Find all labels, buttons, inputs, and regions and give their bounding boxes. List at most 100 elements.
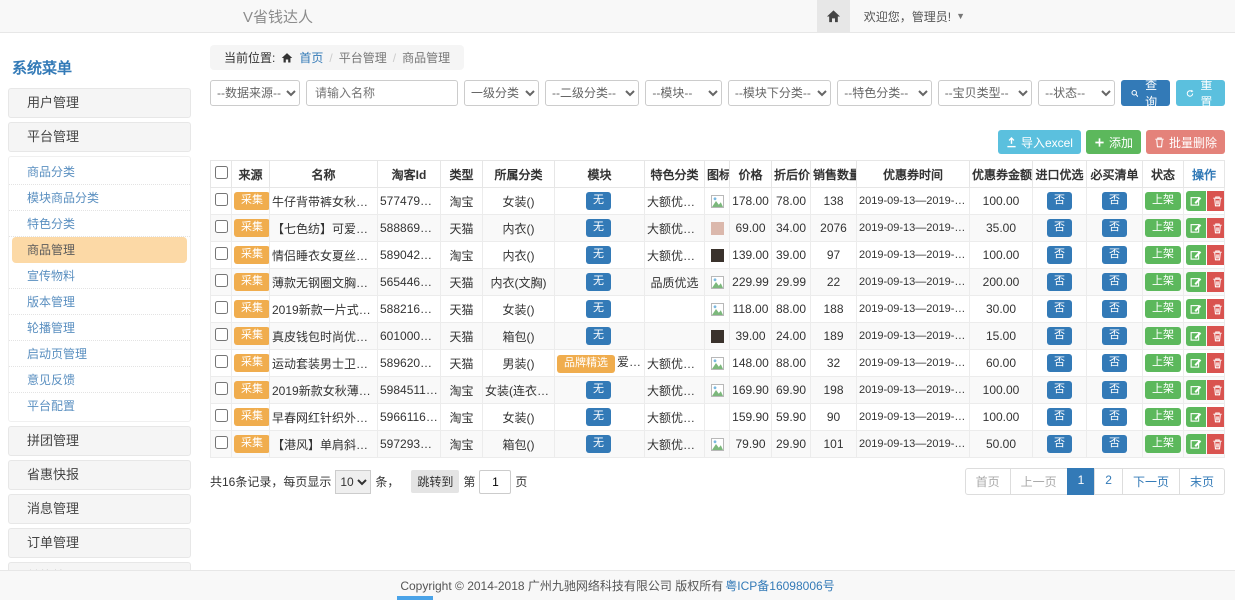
status-button[interactable]: 上架 (1145, 246, 1181, 264)
import-select-toggle[interactable]: 否 (1047, 327, 1072, 345)
import-select-toggle[interactable]: 否 (1047, 246, 1072, 264)
row-checkbox[interactable] (215, 355, 228, 368)
user-menu[interactable]: 欢迎您，管理员! ▼ (850, 8, 1235, 25)
must-buy-toggle[interactable]: 否 (1102, 408, 1127, 426)
page-button[interactable]: 首页 (965, 468, 1011, 495)
status-button[interactable]: 上架 (1145, 300, 1181, 318)
sidebar-item[interactable]: 订单管理 (8, 528, 191, 558)
sidebar-subitem[interactable]: 宣传物料 (9, 263, 190, 289)
status-button[interactable]: 上架 (1145, 435, 1181, 453)
sidebar-subitem[interactable]: 轮播管理 (9, 315, 190, 341)
row-checkbox[interactable] (215, 328, 228, 341)
sidebar-subitem[interactable]: 商品分类 (9, 159, 190, 185)
must-buy-toggle[interactable]: 否 (1102, 327, 1127, 345)
breadcrumb-home-link[interactable]: 首页 (299, 49, 323, 66)
must-buy-toggle[interactable]: 否 (1102, 192, 1127, 210)
sidebar-subitem[interactable]: 商品管理 (12, 237, 187, 263)
edit-button[interactable] (1186, 353, 1206, 373)
delete-button[interactable] (1207, 272, 1225, 292)
row-checkbox[interactable] (215, 436, 228, 449)
row-checkbox[interactable] (215, 220, 228, 233)
must-buy-toggle[interactable]: 否 (1102, 300, 1127, 318)
name-search-input[interactable] (306, 80, 458, 106)
must-buy-toggle[interactable]: 否 (1102, 219, 1127, 237)
data-source-select[interactable]: --数据来源-- (210, 80, 300, 106)
must-buy-toggle[interactable]: 否 (1102, 435, 1127, 453)
delete-button[interactable] (1207, 218, 1225, 238)
sidebar-item[interactable]: 省惠快报 (8, 460, 191, 490)
add-button[interactable]: 添加 (1086, 130, 1141, 154)
page-button[interactable]: 下一页 (1122, 468, 1180, 495)
import-select-toggle[interactable]: 否 (1047, 300, 1072, 318)
delete-button[interactable] (1207, 434, 1225, 454)
filter-select[interactable]: --二级分类-- (545, 80, 639, 106)
edit-button[interactable] (1186, 380, 1206, 400)
sidebar-item[interactable]: 兑换管理 (8, 562, 191, 570)
must-buy-toggle[interactable]: 否 (1102, 246, 1127, 264)
row-checkbox[interactable] (215, 193, 228, 206)
row-checkbox[interactable] (215, 247, 228, 260)
must-buy-toggle[interactable]: 否 (1102, 354, 1127, 372)
delete-button[interactable] (1207, 326, 1225, 346)
page-button[interactable]: 末页 (1179, 468, 1225, 495)
edit-button[interactable] (1186, 245, 1206, 265)
edit-button[interactable] (1186, 407, 1206, 427)
must-buy-toggle[interactable]: 否 (1102, 381, 1127, 399)
sidebar-subitem[interactable]: 模块商品分类 (9, 185, 190, 211)
row-checkbox[interactable] (215, 382, 228, 395)
delete-button[interactable] (1207, 299, 1225, 319)
status-button[interactable]: 上架 (1145, 219, 1181, 237)
edit-button[interactable] (1186, 272, 1206, 292)
status-button[interactable]: 上架 (1145, 192, 1181, 210)
sidebar-item[interactable]: 拼团管理 (8, 426, 191, 456)
filter-select[interactable]: --状态-- (1038, 80, 1114, 106)
per-page-select[interactable]: 10 (335, 470, 371, 494)
import-select-toggle[interactable]: 否 (1047, 408, 1072, 426)
status-button[interactable]: 上架 (1145, 273, 1181, 291)
page-button[interactable]: 1 (1067, 468, 1096, 495)
page-number-input[interactable] (479, 470, 511, 494)
sidebar-item[interactable]: 消息管理 (8, 494, 191, 524)
status-button[interactable]: 上架 (1145, 381, 1181, 399)
import-select-toggle[interactable]: 否 (1047, 192, 1072, 210)
page-button[interactable]: 2 (1094, 468, 1123, 495)
sidebar-subitem[interactable]: 启动页管理 (9, 341, 190, 367)
filter-select[interactable]: --特色分类-- (837, 80, 931, 106)
select-all-checkbox[interactable] (215, 166, 228, 179)
delete-button[interactable] (1207, 407, 1225, 427)
jump-button[interactable]: 跳转到 (411, 470, 459, 493)
filter-select[interactable]: 一级分类 (464, 80, 539, 106)
import-select-toggle[interactable]: 否 (1047, 273, 1072, 291)
page-button[interactable]: 上一页 (1010, 468, 1068, 495)
delete-button[interactable] (1207, 353, 1225, 373)
sidebar-item[interactable]: 平台管理 (8, 122, 191, 152)
sidebar-subitem[interactable]: 意见反馈 (9, 367, 190, 393)
delete-button[interactable] (1207, 380, 1225, 400)
delete-button[interactable] (1207, 245, 1225, 265)
sidebar-subitem[interactable]: 特色分类 (9, 211, 190, 237)
import-excel-button[interactable]: 导入excel (998, 130, 1081, 154)
status-button[interactable]: 上架 (1145, 354, 1181, 372)
edit-button[interactable] (1186, 299, 1206, 319)
home-button[interactable] (817, 0, 850, 32)
sidebar-subitem[interactable]: 版本管理 (9, 289, 190, 315)
batch-delete-button[interactable]: 批量删除 (1146, 130, 1225, 154)
edit-button[interactable] (1186, 434, 1206, 454)
sidebar-subitem[interactable]: 平台配置 (9, 393, 190, 419)
delete-button[interactable] (1207, 191, 1225, 211)
import-select-toggle[interactable]: 否 (1047, 354, 1072, 372)
row-checkbox[interactable] (215, 274, 228, 287)
edit-button[interactable] (1186, 326, 1206, 346)
search-button[interactable]: 查询 (1121, 80, 1170, 106)
row-checkbox[interactable] (215, 301, 228, 314)
icp-link[interactable]: 粤ICP备16098006号 (725, 577, 834, 594)
import-select-toggle[interactable]: 否 (1047, 219, 1072, 237)
edit-button[interactable] (1186, 191, 1206, 211)
edit-button[interactable] (1186, 218, 1206, 238)
filter-select[interactable]: --模块-- (645, 80, 721, 106)
sidebar-item[interactable]: 用户管理 (8, 88, 191, 118)
horizontal-scrollbar-thumb[interactable] (397, 596, 433, 600)
row-checkbox[interactable] (215, 409, 228, 422)
must-buy-toggle[interactable]: 否 (1102, 273, 1127, 291)
reset-button[interactable]: 重置 (1176, 80, 1225, 106)
